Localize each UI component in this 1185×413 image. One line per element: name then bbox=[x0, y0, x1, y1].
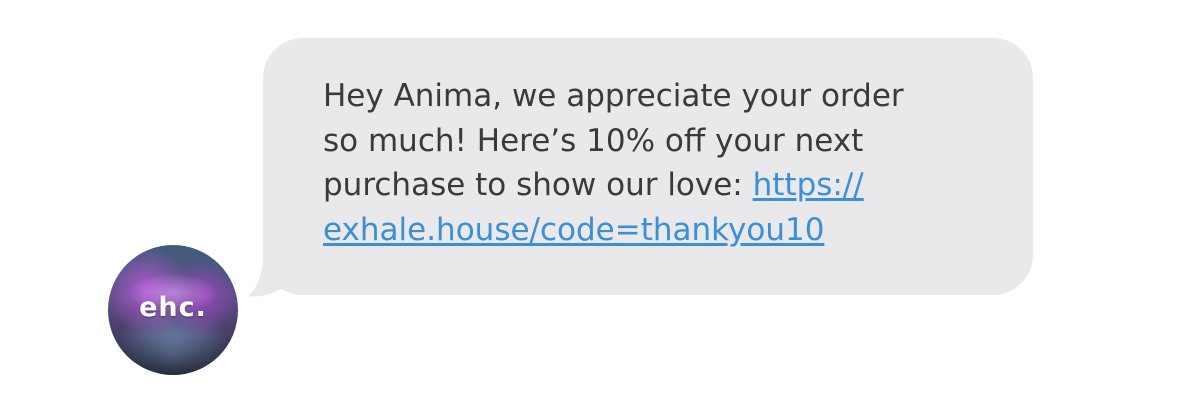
message-text: Hey Anima, we appreciate your order so m… bbox=[323, 74, 1013, 252]
avatar-logo-text: ehc. bbox=[139, 292, 207, 323]
message-line-2: so much! Here’s 10% off your next bbox=[323, 122, 864, 159]
message-line-3: purchase to show our love: bbox=[323, 167, 753, 203]
avatar-background-crowd bbox=[108, 335, 238, 375]
discount-link-start[interactable]: https:// bbox=[753, 167, 864, 203]
message-line-1: Hey Anima, we appreciate your order bbox=[323, 78, 904, 114]
discount-link-end[interactable]: exhale.house/code=thankyou10 bbox=[323, 212, 824, 248]
sender-avatar[interactable]: ehc. bbox=[108, 245, 238, 375]
message-thread: ehc. Hey Anima, we appreciate your order… bbox=[0, 0, 1185, 413]
